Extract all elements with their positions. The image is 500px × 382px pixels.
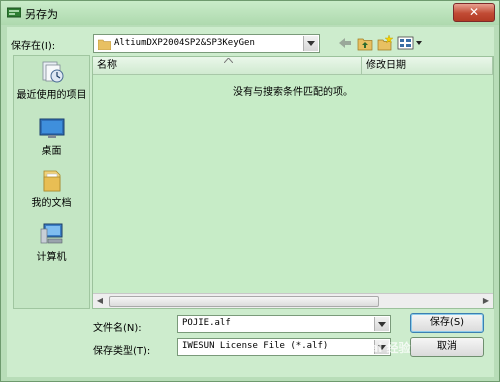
filetype-label: 保存类型(T):: [93, 346, 151, 357]
place-desktop-label: 桌面: [41, 146, 62, 157]
filename-input[interactable]: POJIE.alf: [177, 315, 391, 333]
view-menu-icon[interactable]: [397, 35, 423, 51]
filename-label: 文件名(N):: [93, 323, 142, 334]
watermark: Bai 经验: [361, 341, 411, 355]
place-documents[interactable]: 我的文档: [14, 167, 89, 209]
filename-value: POJIE.alf: [182, 318, 231, 328]
file-list[interactable]: 名称 修改日期 没有与搜索条件匹配的项。 ◀ ▶: [92, 56, 494, 309]
place-desktop[interactable]: 桌面: [14, 115, 89, 157]
scrollbar-thumb[interactable]: [109, 296, 379, 307]
cancel-button[interactable]: 取消: [410, 337, 484, 357]
recent-items-icon: [42, 61, 63, 83]
places-bar: 最近使用的项目 桌面 我的文档 计算机: [13, 55, 90, 309]
filetype-value: IWESUN License File (*.alf): [182, 341, 329, 351]
app-icon: [7, 7, 21, 18]
sort-ascending-icon: [224, 58, 233, 63]
title-bar[interactable]: 另存为 ✕: [1, 1, 499, 25]
horizontal-scrollbar[interactable]: ◀ ▶: [93, 293, 493, 308]
folder-icon: [98, 39, 111, 50]
scroll-right-icon[interactable]: ▶: [479, 294, 493, 308]
filetype-select[interactable]: IWESUN License File (*.alf): [177, 338, 391, 356]
desktop-icon: [39, 118, 64, 138]
save-in-label: 保存在(I):: [11, 41, 56, 52]
documents-icon: [43, 170, 60, 192]
back-arrow-icon[interactable]: [337, 35, 353, 51]
computer-icon: [40, 223, 62, 244]
empty-results-message: 没有与搜索条件匹配的项。: [233, 87, 353, 98]
place-recent[interactable]: 最近使用的项目: [14, 59, 89, 101]
up-folder-icon[interactable]: [357, 35, 373, 51]
new-folder-icon[interactable]: [377, 35, 393, 51]
close-button[interactable]: ✕: [453, 3, 495, 22]
place-computer-label: 计算机: [36, 252, 67, 263]
place-computer[interactable]: 计算机: [14, 221, 89, 263]
column-header-modified[interactable]: 修改日期: [362, 57, 493, 75]
dialog-body: 保存在(I): AltiumDXP2004SP2&SP3KeyGen 最近使用的…: [7, 27, 494, 377]
save-button[interactable]: 保存(S): [410, 313, 484, 333]
scroll-left-icon[interactable]: ◀: [93, 294, 107, 308]
save-as-dialog: 另存为 ✕ 保存在(I): AltiumDXP2004SP2&SP3KeyGen: [0, 0, 500, 382]
place-recent-label: 最近使用的项目: [16, 90, 87, 101]
save-in-combo[interactable]: AltiumDXP2004SP2&SP3KeyGen: [93, 34, 320, 53]
current-folder: AltiumDXP2004SP2&SP3KeyGen: [114, 38, 255, 48]
chevron-down-icon[interactable]: [374, 317, 389, 331]
window-title: 另存为: [25, 8, 58, 21]
chevron-down-icon[interactable]: [303, 36, 318, 51]
place-documents-label: 我的文档: [31, 198, 72, 209]
